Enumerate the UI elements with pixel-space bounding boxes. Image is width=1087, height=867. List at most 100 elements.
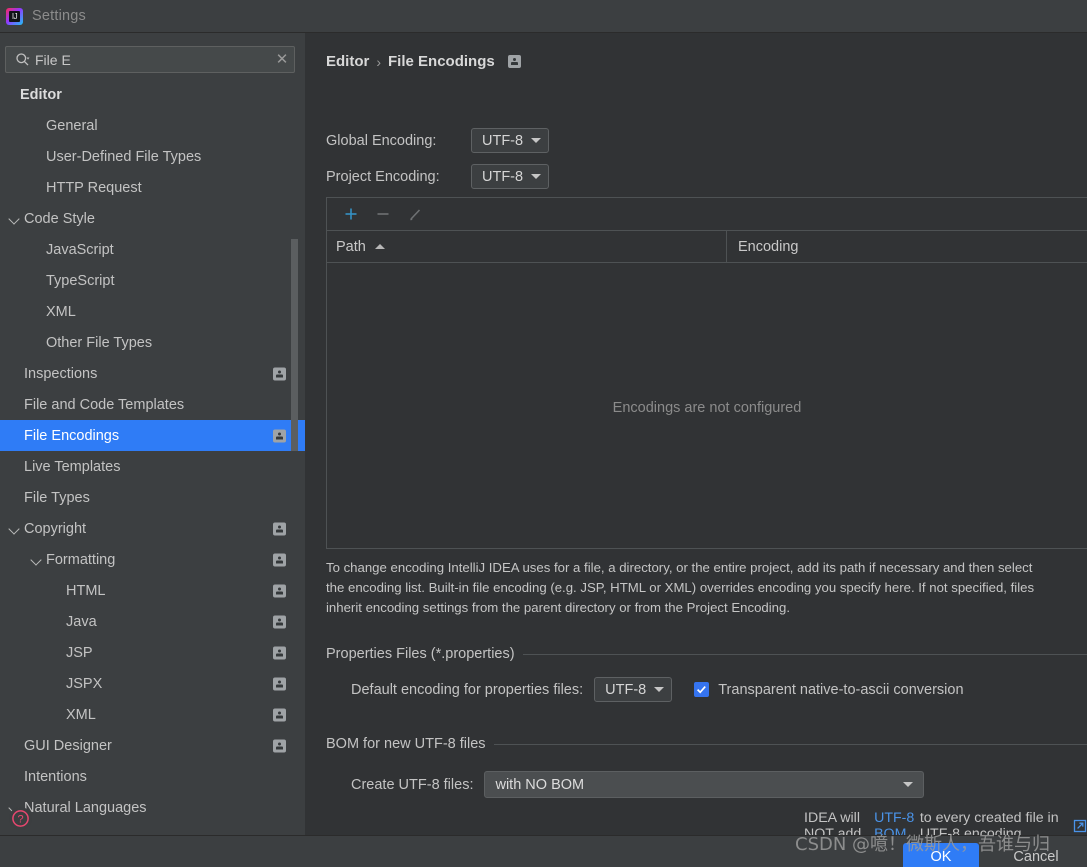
sidebar-item-javascript[interactable]: JavaScript bbox=[0, 234, 305, 265]
properties-default-encoding-select[interactable]: UTF-8 bbox=[594, 677, 673, 702]
settings-sidebar: ✕ Editor General User-Defined File Types HT… bbox=[0, 33, 305, 835]
breadcrumb: Editor › File Encodings bbox=[326, 53, 521, 70]
chevron-down-icon bbox=[654, 687, 665, 692]
sidebar-item-file-and-code-templates[interactable]: File and Code Templates bbox=[0, 389, 305, 420]
plus-icon bbox=[345, 208, 357, 220]
utf8-bom-link[interactable]: UTF-8 BOM bbox=[874, 810, 920, 835]
column-header-encoding-label: Encoding bbox=[738, 238, 799, 255]
search-icon bbox=[11, 52, 33, 67]
sidebar-item-html[interactable]: HTML bbox=[0, 575, 305, 606]
properties-default-encoding-label: Default encoding for properties files: bbox=[351, 681, 584, 698]
sidebar-item-label: Live Templates bbox=[24, 458, 121, 475]
sidebar-item-code-style[interactable]: Code Style bbox=[0, 203, 305, 234]
sidebar-item-jspx[interactable]: JSPX bbox=[0, 668, 305, 699]
project-encoding-select[interactable]: UTF-8 bbox=[471, 164, 550, 189]
settings-tree: Editor General User-Defined File Types HTTP… bbox=[0, 79, 305, 835]
sidebar-item-label: JavaScript bbox=[46, 241, 114, 258]
native-to-ascii-label[interactable]: Transparent native-to-ascii conversion bbox=[718, 682, 963, 698]
sidebar-item-label: XML bbox=[46, 303, 76, 320]
sidebar-item-copyright[interactable]: Copyright bbox=[0, 513, 305, 544]
edit-encoding-button[interactable] bbox=[399, 200, 431, 228]
sidebar-item-label: HTTP Request bbox=[46, 179, 142, 196]
breadcrumb-parent[interactable]: Editor bbox=[326, 53, 369, 70]
chevron-down-icon bbox=[531, 138, 542, 143]
page-title: File Encodings bbox=[388, 53, 495, 70]
encodings-table-panel: Path Encoding Encodings are not configur… bbox=[326, 197, 1087, 549]
column-header-path[interactable]: Path bbox=[327, 231, 727, 262]
chevron-down-icon[interactable] bbox=[30, 553, 43, 566]
bom-note-suffix: to every created file in UTF-8 encoding bbox=[919, 810, 1059, 835]
properties-default-encoding-row: Default encoding for properties files: U… bbox=[351, 677, 964, 702]
sidebar-item-file-encodings[interactable]: File Encodings bbox=[0, 420, 305, 451]
sidebar-item-label: Copyright bbox=[24, 520, 87, 537]
sidebar-item-xml[interactable]: XML bbox=[0, 699, 305, 730]
search-input[interactable] bbox=[33, 51, 270, 68]
sidebar-item-http-request[interactable]: HTTP Request bbox=[0, 172, 305, 203]
sidebar-item-label: Intentions bbox=[24, 768, 87, 785]
sidebar-item-gui-designer[interactable]: GUI Designer bbox=[0, 730, 305, 761]
global-encoding-value: UTF-8 bbox=[482, 132, 524, 149]
sidebar-item-intentions[interactable]: Intentions bbox=[0, 761, 305, 792]
sort-ascending-icon bbox=[374, 244, 385, 249]
svg-text:?: ? bbox=[17, 814, 23, 826]
global-encoding-select[interactable]: UTF-8 bbox=[471, 128, 550, 153]
encodings-description: To change encoding IntelliJ IDEA uses fo… bbox=[326, 560, 1035, 615]
chevron-down-icon[interactable] bbox=[8, 212, 21, 225]
encodings-table-toolbar bbox=[327, 198, 1087, 231]
encodings-table-header: Path Encoding bbox=[327, 231, 1087, 263]
chevron-down-icon[interactable] bbox=[8, 522, 21, 535]
sidebar-item-label: Code Style bbox=[24, 210, 95, 227]
sidebar-item-label: XML bbox=[66, 706, 96, 723]
project-scope-icon bbox=[507, 55, 521, 68]
sidebar-item-label: GUI Designer bbox=[24, 737, 112, 754]
help-button[interactable]: ? bbox=[9, 807, 32, 830]
sidebar-item-typescript[interactable]: TypeScript bbox=[0, 265, 305, 296]
sidebar-item-other-file-types[interactable]: Other File Types bbox=[0, 327, 305, 358]
sidebar-item-xml[interactable]: XML bbox=[0, 296, 305, 327]
create-utf8-files-select[interactable]: with NO BOM bbox=[484, 771, 925, 798]
sidebar-scrollbar-track[interactable] bbox=[291, 79, 298, 835]
sidebar-item-label: HTML bbox=[66, 582, 106, 599]
add-encoding-button[interactable] bbox=[335, 200, 367, 228]
sidebar-scrollbar-thumb[interactable] bbox=[291, 239, 298, 451]
chevron-down-icon bbox=[531, 174, 542, 179]
sidebar-item-jsp[interactable]: JSP bbox=[0, 637, 305, 668]
native-to-ascii-checkbox[interactable] bbox=[694, 682, 710, 697]
sidebar-item-label: File and Code Templates bbox=[24, 396, 185, 413]
project-scope-icon bbox=[273, 553, 286, 566]
empty-state-message: Encodings are not configured bbox=[612, 400, 802, 416]
settings-search[interactable]: ✕ bbox=[5, 46, 295, 73]
project-scope-icon bbox=[273, 615, 286, 628]
sidebar-item-java[interactable]: Java bbox=[0, 606, 305, 637]
sidebar-item-label: File Types bbox=[24, 489, 90, 506]
sidebar-item-formatting[interactable]: Formatting bbox=[0, 544, 305, 575]
sidebar-item-natural-languages[interactable]: Natural Languages bbox=[0, 792, 305, 823]
sidebar-item-label: Other File Types bbox=[46, 334, 153, 351]
ok-button[interactable]: OK bbox=[903, 843, 979, 867]
project-encoding-value: UTF-8 bbox=[482, 168, 524, 185]
chevron-down-icon bbox=[903, 782, 914, 787]
project-scope-icon bbox=[273, 522, 286, 535]
properties-files-group-header: Properties Files (*.properties) bbox=[305, 646, 1087, 662]
project-encoding-row: Project Encoding: UTF-8 bbox=[326, 164, 550, 189]
sidebar-item-editor[interactable]: Editor bbox=[0, 79, 305, 110]
pencil-icon bbox=[409, 208, 420, 220]
check-icon bbox=[697, 686, 707, 694]
sidebar-item-file-types[interactable]: File Types bbox=[0, 482, 305, 513]
sidebar-item-user-defined-file-types[interactable]: User-Defined File Types bbox=[0, 141, 305, 172]
external-link-icon[interactable] bbox=[1073, 819, 1087, 833]
column-header-encoding[interactable]: Encoding bbox=[727, 239, 798, 255]
remove-encoding-button[interactable] bbox=[367, 200, 399, 228]
sidebar-item-label: JSP bbox=[66, 644, 93, 661]
close-icon[interactable]: ✕ bbox=[270, 52, 294, 67]
sidebar-item-inspections[interactable]: Inspections bbox=[0, 358, 305, 389]
sidebar-item-label: Java bbox=[66, 613, 97, 630]
dialog-footer: OK Cancel bbox=[0, 835, 1087, 867]
properties-files-group-title: Properties Files (*.properties) bbox=[326, 646, 515, 662]
sidebar-item-live-templates[interactable]: Live Templates bbox=[0, 451, 305, 482]
sidebar-item-label: Natural Languages bbox=[24, 799, 147, 816]
cancel-button[interactable]: Cancel bbox=[1001, 843, 1071, 867]
sidebar-item-label: Inspections bbox=[24, 365, 98, 382]
project-scope-icon bbox=[273, 429, 286, 442]
sidebar-item-general[interactable]: General bbox=[0, 110, 305, 141]
